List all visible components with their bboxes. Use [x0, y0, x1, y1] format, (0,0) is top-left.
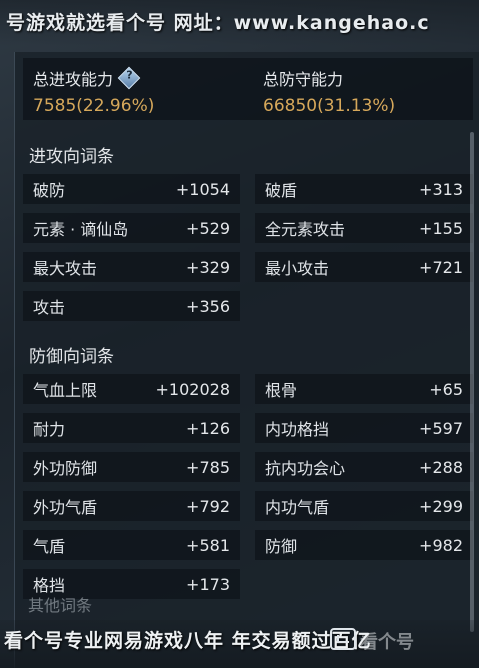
scrollbar[interactable] — [470, 132, 474, 632]
defense-label: 总防守能力 — [263, 70, 344, 89]
attack-section-title: 进攻向词条 — [29, 147, 114, 167]
stat-row: 攻击 +356 — [23, 291, 240, 321]
stat-row: 抗内功会心 +288 — [255, 452, 473, 482]
stat-row: 根骨 +65 — [255, 374, 473, 404]
stat-row: 内功格挡 +597 — [255, 413, 473, 443]
other-section-title: 其他词条 — [28, 596, 93, 615]
stat-row: 气血上限 +102028 — [23, 374, 240, 404]
stat-row: 破盾 +313 — [255, 174, 473, 204]
stat-row: 最大攻击 +329 — [23, 252, 240, 282]
stat-row: 外功防御 +785 — [23, 452, 240, 482]
stat-row: 破防 +1054 — [23, 174, 240, 204]
stat-row: 元素 · 谪仙岛 +529 — [23, 213, 240, 243]
watermark-bottom: 看个号专业网易游戏八年 年交易额过百亿 — [4, 630, 372, 652]
watermark-logo-text: 看个号 — [360, 632, 414, 653]
stat-row: 防御 +982 — [255, 530, 473, 560]
defense-value: 66850(31.13%) — [263, 96, 396, 116]
stat-row: 气盾 +581 — [23, 530, 240, 560]
stat-row: 耐力 +126 — [23, 413, 240, 443]
attack-label: 总进攻能力 — [33, 70, 114, 89]
summary-box: 总进攻能力 ? 7585(22.96%) 总防守能力 66850(31.13%) — [23, 58, 473, 120]
stat-row: 全元素攻击 +155 — [255, 213, 473, 243]
watermark-top: 号游戏就选看个号 网址：www.kangehao.c — [0, 0, 479, 46]
attributes-panel: 总进攻能力 ? 7585(22.96%) 总防守能力 66850(31.13%)… — [14, 52, 479, 668]
defense-summary: 总防守能力 66850(31.13%) — [263, 66, 395, 116]
attack-summary: 总进攻能力 ? 7585(22.96%) — [33, 66, 154, 116]
attack-value: 7585(22.96%) — [33, 96, 155, 116]
watermark-logo-icon — [330, 628, 356, 650]
defense-section-title: 防御向词条 — [29, 347, 114, 367]
question-diamond-icon[interactable]: ? — [117, 66, 141, 90]
stat-row: 最小攻击 +721 — [255, 252, 473, 282]
stat-row: 内功气盾 +299 — [255, 491, 473, 521]
stat-row: 外功气盾 +792 — [23, 491, 240, 521]
